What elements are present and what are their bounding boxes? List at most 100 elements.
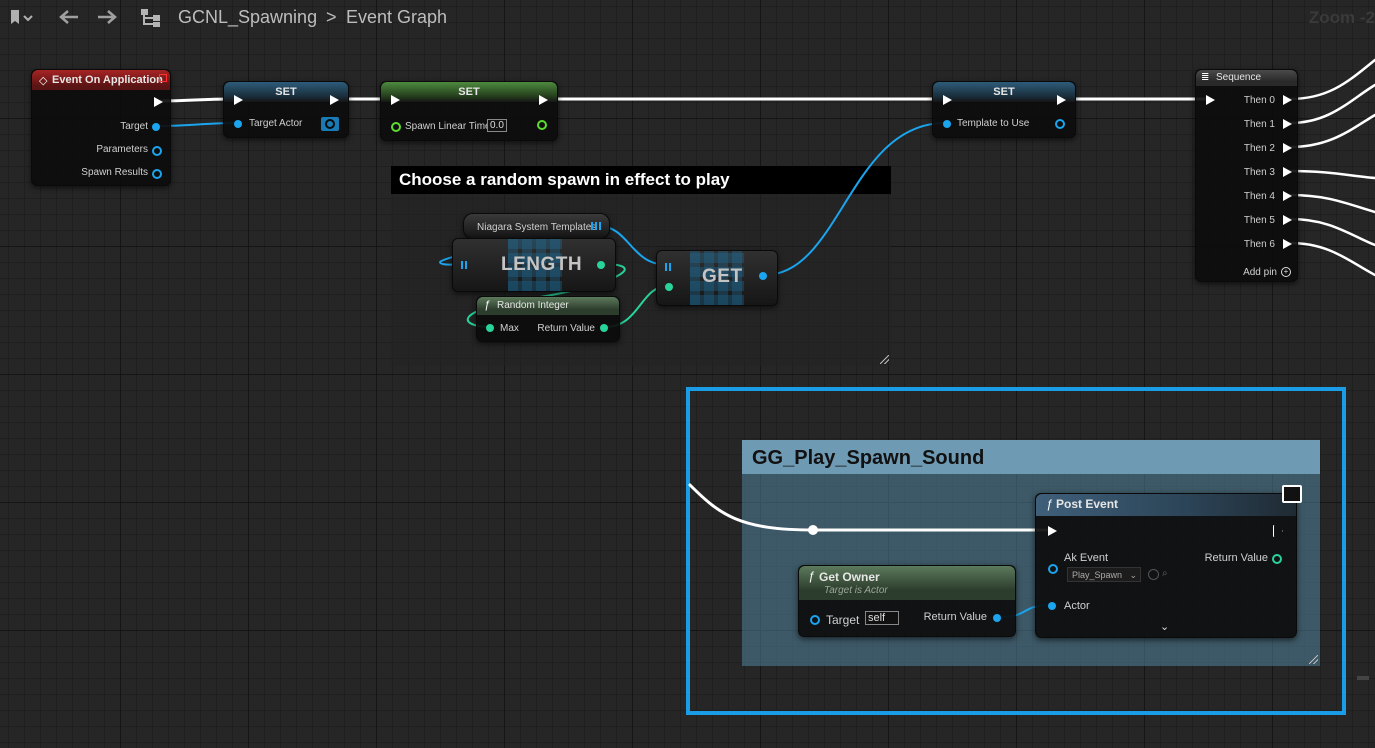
pin-target-actor-dot[interactable] [234,120,242,128]
object-wire [764,122,946,276]
array-pin-icon[interactable] [665,263,673,271]
pin-spawn-linear-time: Spawn Linear Time [405,121,491,132]
exec-wire [1288,113,1375,149]
search-icon[interactable]: ⌕ [1162,568,1168,579]
node-title: SET [381,82,557,102]
array-pin-icon[interactable] [591,222,601,230]
pin-out-box[interactable] [321,117,339,131]
pin-max: Max [500,323,519,334]
delegate-icon [159,74,167,82]
pin-then-5: Then 5 [1243,215,1275,226]
node-title: Sequence [1196,70,1297,86]
node-event-on-application[interactable]: Event On Application ◇ Target Parameters… [31,69,171,186]
function-icon: ƒ [484,299,491,311]
pin-return-value: Return Value [537,323,595,334]
add-pin-icon[interactable]: + [1281,267,1291,277]
pin-out-dot[interactable] [759,272,767,280]
expand-chevron-icon[interactable]: ⌄ [1160,620,1169,633]
exec-out-pin[interactable] [1283,215,1292,225]
pin-target: Target [826,613,860,627]
exec-out-pin[interactable] [330,95,339,105]
pin-parameters: Parameters [96,144,148,155]
node-title: Random Integer [477,297,619,315]
node-title: SET [933,82,1075,102]
node-title: Event On Application [32,70,170,90]
pin-return-dot[interactable] [1272,554,1282,564]
node-set-template-to-use[interactable]: SET Template to Use [932,81,1076,138]
pin-spawn-linear-time-dot[interactable] [391,122,401,132]
exec-out-pin[interactable] [539,95,548,105]
pin-then-3: Then 3 [1243,167,1275,178]
pin-template-to-use: Template to Use [957,118,1030,129]
event-icon: ◇ [39,75,48,87]
node-get-owner[interactable]: Get Owner Target is Actor ƒ Target self … [798,565,1016,637]
browse-arrow-icon[interactable] [1148,569,1159,580]
pin-spawn-results-dot[interactable] [152,169,162,179]
exec-wire [1288,193,1375,214]
node-random-integer[interactable]: Random Integer ƒ Max Return Value [476,296,620,342]
chevron-down-icon: ⌄ [1129,570,1137,580]
exec-out-pin[interactable] [1283,191,1292,201]
pin-then-0: Then 0 [1243,95,1275,106]
pin-ak-event-dot[interactable] [1048,564,1058,574]
node-niagara-system-templates[interactable]: Niagara System Templates [463,213,610,239]
array-pin-icon[interactable] [461,261,469,269]
pin-index-dot[interactable] [665,283,673,291]
pin-then-6: Then 6 [1243,239,1275,250]
exec-out-pin[interactable] [1057,95,1066,105]
pin-target: Target [120,121,148,132]
pin-then-4: Then 4 [1243,191,1275,202]
add-pin-button[interactable]: Add pin [1243,267,1277,278]
node-sequence[interactable]: Sequence ≣ Then 0 Then 1 Then 2 Then 3 T… [1195,69,1298,282]
pin-then-2: Then 2 [1243,143,1275,154]
pin-parameters-dot[interactable] [152,146,162,156]
exec-wire [1288,217,1375,247]
exec-in-pin[interactable] [943,95,952,105]
exec-out-pin[interactable] [1283,95,1292,105]
function-icon: ƒ [808,569,815,583]
pin-target-dot[interactable] [810,615,820,625]
exec-in-pin[interactable] [391,95,400,105]
scrollbar-handle[interactable] [1357,676,1369,680]
exec-in-pin[interactable] [1048,526,1057,536]
exec-in-pin[interactable] [234,95,243,105]
pin-out-dot[interactable] [597,261,605,269]
node-subtitle: Target is Actor [824,585,888,596]
exec-out-pin[interactable] [154,97,163,107]
pin-target-actor: Target Actor [249,118,303,129]
exec-wire [688,483,1050,532]
node-set-spawn-linear-time[interactable]: SET Spawn Linear Time 0.0 [380,81,558,141]
target-self-input[interactable]: self [865,611,899,625]
pin-actor: Actor [1064,600,1090,612]
spawn-linear-time-input[interactable]: 0.0 [487,119,507,132]
pin-ak-event: Ak Event [1064,552,1109,564]
node-title: Post Event [1036,494,1296,516]
exec-out-pin[interactable] [1283,119,1292,129]
pin-max-dot[interactable] [486,324,494,332]
function-icon: ƒ [1046,497,1053,511]
pin-actor-dot[interactable] [1048,602,1056,610]
exec-out-pin[interactable] [1273,525,1283,537]
ak-event-dropdown[interactable]: Play_Spawn ⌄ [1067,567,1141,582]
exec-out-pin[interactable] [1283,143,1292,153]
node-set-target-actor[interactable]: SET Target Actor [223,81,349,138]
pin-return-dot[interactable] [600,324,608,332]
pin-template-dot[interactable] [943,120,951,128]
exec-in-pin[interactable] [1206,95,1215,105]
length-label: LENGTH [501,254,583,275]
pin-out-dot[interactable] [537,120,547,130]
pin-return-value: Return Value [923,611,987,623]
pin-return-value: Return Value [1204,552,1268,564]
exec-out-pin[interactable] [1283,239,1292,249]
node-get[interactable]: GET [656,250,778,306]
pin-out-dot[interactable] [1055,119,1065,129]
pin-then-1: Then 1 [1243,119,1275,130]
exec-wire [1288,241,1375,277]
pin-return-dot[interactable] [993,614,1001,622]
pin-target-dot[interactable] [152,123,160,131]
node-length[interactable]: LENGTH [452,238,616,292]
exec-out-pin[interactable] [1283,167,1292,177]
node-post-event[interactable]: Post Event ƒ Ak Event Play_Spawn ⌄ ⌕ Ret… [1035,485,1302,638]
get-label: GET [702,266,743,287]
pin-spawn-results: Spawn Results [81,167,148,178]
